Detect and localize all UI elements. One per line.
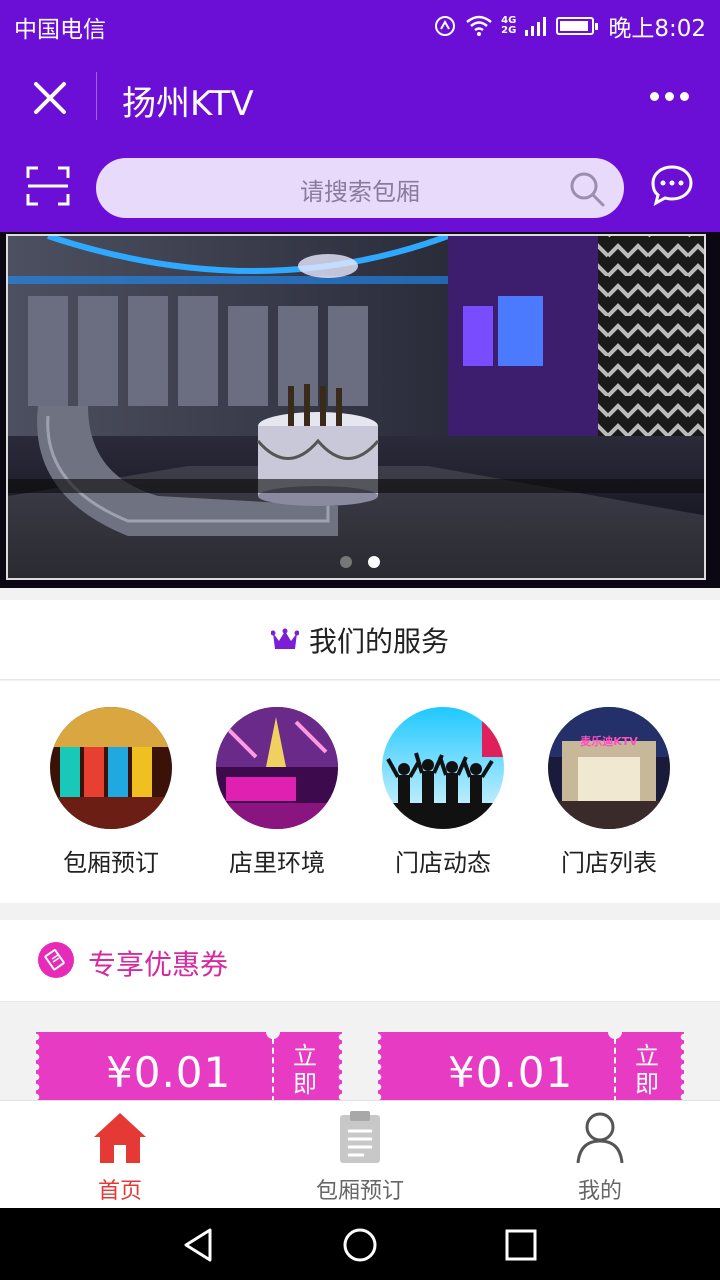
tab-room-booking[interactable]: 包厢预订 [240,1109,480,1205]
recent-apps-icon[interactable] [502,1226,540,1264]
status-icons: 4G 2G 晚上8:02 [433,9,706,43]
coupon-card[interactable]: ¥0.01 立即 [378,1025,684,1100]
service-store-environment[interactable]: 店里环境 [194,707,360,878]
wifi-icon [465,15,493,37]
services-header: 我们的服务 [0,600,720,680]
coupon-claim-button[interactable]: 立即 [624,1042,670,1098]
service-room-booking[interactable]: 包厢预订 [28,707,194,878]
store-environment-image [216,707,338,829]
coupon-list: ¥0.01 立即 ¥0.01 立即 [0,1002,720,1100]
service-store-list[interactable]: 麦乐迪KTV 门店列表 [526,707,692,878]
more-menu-icon[interactable] [650,86,694,106]
banner-carousel[interactable] [0,232,720,588]
title-divider [96,72,97,120]
service-label: 包厢预订 [63,849,159,877]
store-list-image: 麦乐迪KTV [548,707,670,829]
services-title: 我们的服务 [308,624,449,658]
battery-icon [556,17,599,35]
search-bar: 请搜索包厢 [0,146,720,232]
search-placeholder: 请搜索包厢 [300,178,420,206]
room-booking-image [50,707,172,829]
page-title: 扬州KTV [122,84,254,124]
home-circle-icon[interactable] [341,1226,379,1264]
clipboard-icon [340,1111,380,1163]
crown-icon [270,628,299,649]
store-news-image [382,707,504,829]
user-icon [576,1112,624,1164]
tab-label: 首页 [97,1179,142,1204]
banner-image [6,234,706,580]
system-nav-bar [0,1208,720,1280]
service-label: 门店动态 [395,849,491,877]
chat-icon[interactable] [650,164,694,206]
search-input[interactable]: 请搜索包厢 [96,158,624,218]
service-label: 门店列表 [561,849,657,877]
service-label: 店里环境 [229,849,325,877]
coupon-amount: ¥0.01 [106,1048,232,1097]
bottom-tab-bar: 首页 包厢预订 我的 [0,1100,720,1208]
tab-label: 包厢预订 [315,1179,404,1204]
store-sign-text: 麦乐迪KTV [580,735,638,748]
coupon-tag-icon [38,942,74,978]
tab-profile[interactable]: 我的 [480,1109,720,1205]
home-icon [94,1113,146,1163]
coupon-header: 专享优惠券 [0,920,720,1002]
coupon-title: 专享优惠券 [88,948,229,981]
carousel-dot-2[interactable] [368,556,380,568]
back-icon[interactable] [180,1226,218,1264]
coupon-amount: ¥0.01 [448,1048,574,1097]
services-grid: 包厢预订 店里环境 门店动态 麦乐迪KTV 门店列表 [0,681,720,903]
hd-call-icon [433,14,457,38]
title-bar: 扬州KTV [0,50,720,146]
search-icon[interactable] [568,170,606,208]
close-icon[interactable] [28,76,72,120]
coupon-claim-button[interactable]: 立即 [282,1042,328,1098]
coupon-card[interactable]: ¥0.01 立即 [36,1025,342,1100]
service-store-news[interactable]: 门店动态 [360,707,526,878]
signal-bars-icon [524,16,548,36]
carousel-dot-1[interactable] [340,556,352,568]
cell-signal-icon: 4G 2G [501,15,517,36]
scan-icon[interactable] [26,166,70,206]
carrier-label: 中国电信 [14,17,106,43]
clock: 晚上8:02 [608,16,706,42]
tab-home[interactable]: 首页 [0,1109,240,1205]
tab-label: 我的 [577,1179,622,1204]
status-bar: 中国电信 4G 2G 晚上8:02 [0,0,720,50]
